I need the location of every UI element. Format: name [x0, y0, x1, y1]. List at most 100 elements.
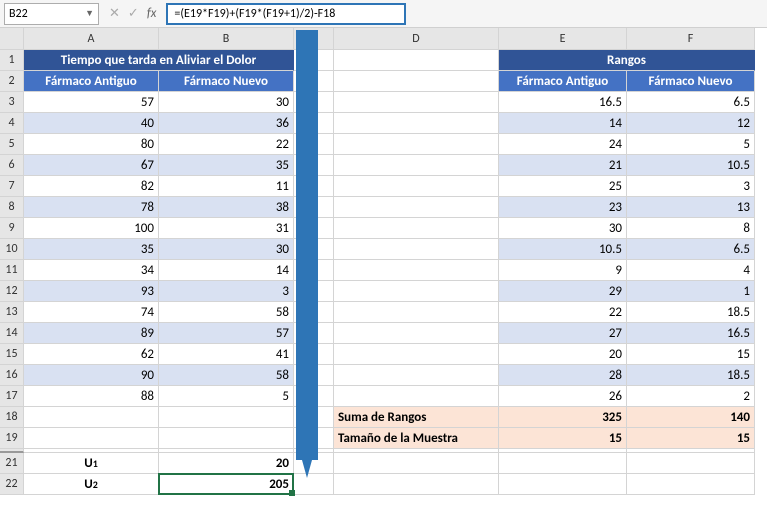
row-header[interactable]: 21	[0, 453, 24, 474]
cell[interactable]	[294, 239, 334, 260]
cell[interactable]: 90	[24, 365, 159, 386]
cell[interactable]: 89	[24, 323, 159, 344]
cell[interactable]: 18.5	[627, 365, 755, 386]
row-header[interactable]: 4	[0, 113, 24, 134]
cell[interactable]	[334, 474, 499, 495]
cell[interactable]	[334, 365, 499, 386]
col-old-right[interactable]: Fármaco Antiguo	[499, 71, 627, 92]
row-header[interactable]: 22	[0, 474, 24, 495]
cell[interactable]	[294, 323, 334, 344]
cell[interactable]	[294, 134, 334, 155]
cell[interactable]	[334, 197, 499, 218]
cell[interactable]: 58	[159, 302, 294, 323]
row-header[interactable]: 15	[0, 344, 24, 365]
cell[interactable]: 15	[627, 344, 755, 365]
cell[interactable]: 29	[499, 281, 627, 302]
row-header[interactable]: 6	[0, 155, 24, 176]
cell[interactable]	[159, 428, 294, 449]
col-old-left[interactable]: Fármaco Antiguo	[24, 71, 159, 92]
cell[interactable]	[294, 113, 334, 134]
cell[interactable]: 3	[627, 176, 755, 197]
cell[interactable]	[294, 50, 334, 71]
cell[interactable]	[294, 218, 334, 239]
cell[interactable]: 27	[499, 323, 627, 344]
cell[interactable]: 10.5	[499, 239, 627, 260]
row-header[interactable]: 16	[0, 365, 24, 386]
cell[interactable]: 30	[499, 218, 627, 239]
cell[interactable]	[294, 197, 334, 218]
cell[interactable]	[294, 365, 334, 386]
row-header[interactable]: 7	[0, 176, 24, 197]
suma-e[interactable]: 325	[499, 407, 627, 428]
cell[interactable]	[334, 218, 499, 239]
cell[interactable]	[294, 428, 334, 449]
row-header[interactable]: 19	[0, 428, 24, 449]
cell[interactable]: 11	[159, 176, 294, 197]
cell[interactable]: 4	[627, 260, 755, 281]
col-header-f[interactable]: F	[627, 28, 755, 50]
tamano-label[interactable]: Tamaño de la Muestra	[334, 428, 499, 449]
cell[interactable]	[294, 281, 334, 302]
tamano-e[interactable]: 15	[499, 428, 627, 449]
spreadsheet-grid[interactable]: A B C D E F 1 Tiempo que tarda en Alivia…	[0, 28, 767, 495]
cell[interactable]	[294, 344, 334, 365]
row-header[interactable]: 17	[0, 386, 24, 407]
cell[interactable]: 67	[24, 155, 159, 176]
cell[interactable]	[334, 134, 499, 155]
cell[interactable]	[294, 176, 334, 197]
cell[interactable]	[294, 474, 334, 495]
cell[interactable]	[24, 428, 159, 449]
col-new-left[interactable]: Fármaco Nuevo	[159, 71, 294, 92]
cell[interactable]	[334, 92, 499, 113]
cell[interactable]: 12	[627, 113, 755, 134]
row-header[interactable]: 10	[0, 239, 24, 260]
cell[interactable]: 20	[499, 344, 627, 365]
cell[interactable]: 22	[159, 134, 294, 155]
cell[interactable]: 100	[24, 218, 159, 239]
cell[interactable]	[334, 239, 499, 260]
cell[interactable]: 78	[24, 197, 159, 218]
cell[interactable]	[499, 474, 627, 495]
cell[interactable]	[627, 474, 755, 495]
cell[interactable]	[294, 453, 334, 474]
col-header-b[interactable]: B	[159, 28, 294, 50]
cell[interactable]: 28	[499, 365, 627, 386]
cell[interactable]: 9	[499, 260, 627, 281]
row-header[interactable]: 8	[0, 197, 24, 218]
cell[interactable]	[294, 386, 334, 407]
row-header[interactable]: 12	[0, 281, 24, 302]
cell[interactable]	[334, 281, 499, 302]
cell[interactable]	[294, 260, 334, 281]
chevron-down-icon[interactable]: ▼	[85, 8, 94, 19]
suma-label[interactable]: Suma de Rangos	[334, 407, 499, 428]
u2-value[interactable]: 205	[159, 474, 294, 495]
cell[interactable]	[159, 407, 294, 428]
cell[interactable]	[334, 302, 499, 323]
cell[interactable]	[334, 50, 499, 71]
cell[interactable]	[334, 113, 499, 134]
cell[interactable]	[294, 155, 334, 176]
fx-icon[interactable]: fx	[147, 6, 157, 21]
cell[interactable]	[334, 344, 499, 365]
cell[interactable]	[499, 453, 627, 474]
cell[interactable]: 57	[159, 323, 294, 344]
u1-label[interactable]: U1	[24, 453, 159, 474]
cell[interactable]: 58	[159, 365, 294, 386]
cell[interactable]	[334, 71, 499, 92]
col-header-d[interactable]: D	[334, 28, 499, 50]
cell[interactable]	[627, 453, 755, 474]
cell[interactable]: 6.5	[627, 92, 755, 113]
cell[interactable]: 34	[24, 260, 159, 281]
cell[interactable]: 24	[499, 134, 627, 155]
cell[interactable]: 16.5	[627, 323, 755, 344]
cell[interactable]: 40	[24, 113, 159, 134]
cancel-icon[interactable]: ✕	[109, 6, 120, 21]
cell[interactable]: 36	[159, 113, 294, 134]
row-header[interactable]: 13	[0, 302, 24, 323]
cell[interactable]: 80	[24, 134, 159, 155]
cell[interactable]	[334, 386, 499, 407]
col-header-c[interactable]: C	[294, 28, 334, 50]
u2-label[interactable]: U2	[24, 474, 159, 495]
row-header[interactable]: 9	[0, 218, 24, 239]
name-box[interactable]: ▼	[4, 3, 99, 25]
